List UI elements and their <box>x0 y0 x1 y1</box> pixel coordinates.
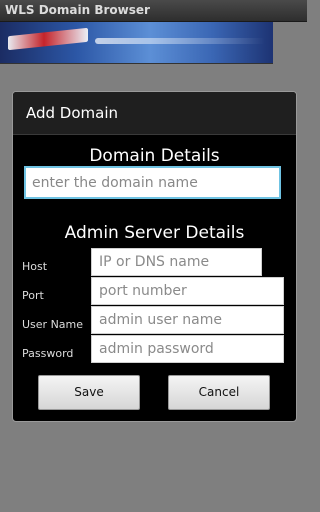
user-name-input[interactable] <box>91 306 284 334</box>
cancel-button[interactable]: Cancel <box>168 375 270 410</box>
port-input[interactable] <box>91 277 284 305</box>
domain-name-input[interactable] <box>24 166 281 199</box>
host-label: Host <box>22 260 48 273</box>
dialog-title: Add Domain <box>26 104 119 122</box>
port-label: Port <box>22 289 44 302</box>
admin-server-heading: Admin Server Details <box>64 223 245 243</box>
dialog-header: Add Domain <box>13 92 296 135</box>
password-label: Password <box>22 347 74 360</box>
add-domain-dialog: Add Domain Domain Details Admin Server D… <box>12 91 297 422</box>
header-banner-image <box>0 22 273 64</box>
user-name-label: User Name <box>22 318 84 331</box>
password-input[interactable] <box>91 335 284 363</box>
banner-flag-graphic <box>8 27 88 51</box>
banner-streak-graphic <box>95 38 265 44</box>
save-button[interactable]: Save <box>38 375 140 410</box>
host-input[interactable] <box>91 248 262 276</box>
app-title: WLS Domain Browser <box>5 3 150 17</box>
app-title-bar: WLS Domain Browser <box>0 0 307 22</box>
domain-details-heading: Domain Details <box>89 146 220 166</box>
